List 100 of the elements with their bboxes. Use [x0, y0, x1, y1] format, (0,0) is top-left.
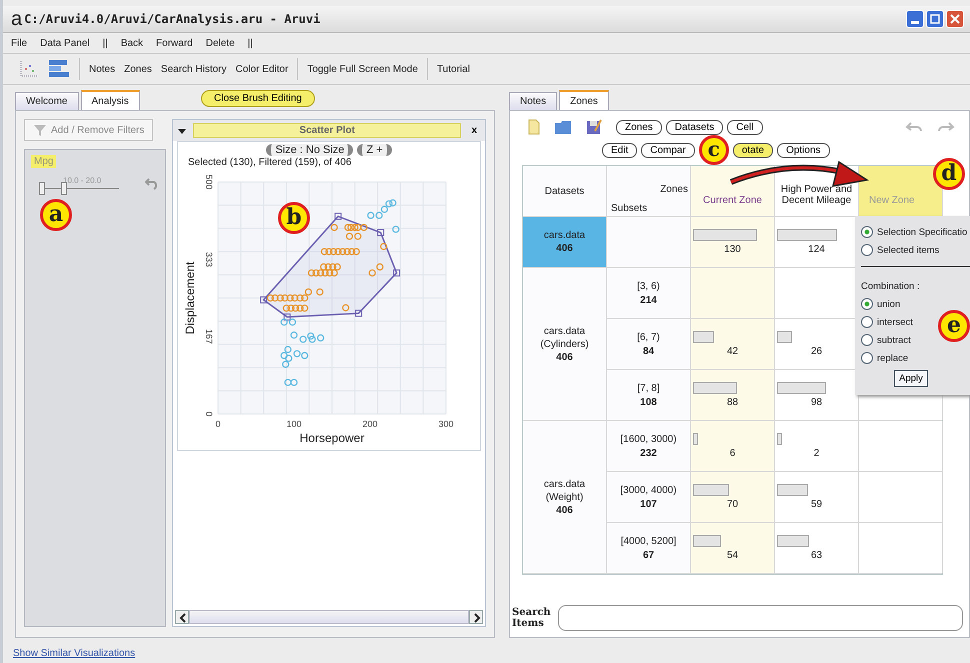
- subset-range: [3000, 4000): [620, 484, 677, 496]
- menu-item[interactable]: ||: [248, 38, 253, 48]
- x-tick-label: 100: [286, 419, 302, 429]
- scroll-left-icon[interactable]: [175, 610, 189, 624]
- dataset-name: cars.data: [544, 478, 586, 490]
- subset-range: [7, 8]: [637, 382, 660, 394]
- minimize-button[interactable]: [906, 10, 924, 28]
- menu-item[interactable]: Data Panel: [40, 38, 90, 48]
- dataset-cell[interactable]: cars.data 406: [523, 217, 607, 267]
- row-header: Subsets: [611, 203, 648, 214]
- selection-status: Selected (130), Filtered (159), of 406: [187, 157, 352, 168]
- toolbar-button[interactable]: Tutorial: [436, 64, 470, 74]
- radio-button[interactable]: [861, 334, 873, 346]
- data-point: [342, 304, 350, 312]
- zones-action-button[interactable]: Edit: [602, 142, 638, 158]
- slider-thumb[interactable]: [39, 182, 45, 195]
- tab[interactable]: Notes: [509, 92, 558, 110]
- menu-item[interactable]: Forward: [156, 38, 193, 48]
- zones-action-button[interactable]: Compar: [641, 142, 695, 158]
- count-value: 124: [808, 244, 825, 255]
- count-value: 98: [810, 397, 822, 408]
- dataset-cell[interactable]: cars.data (Cylinders) 406: [523, 268, 607, 420]
- zone-column-header[interactable]: High Power and Decent Mileage: [775, 184, 858, 206]
- y-tick-label: 167: [204, 329, 214, 344]
- toolbar-button[interactable]: Notes: [89, 64, 116, 74]
- subset-count: 84: [642, 346, 654, 356]
- zones-toolbar-button[interactable]: Cell: [727, 120, 762, 134]
- y-axis-label[interactable]: Displacement: [183, 262, 197, 334]
- filter-name: Mpg: [31, 155, 56, 168]
- subset-count: 107: [640, 498, 657, 510]
- maximize-button[interactable]: [926, 10, 944, 28]
- brush-handle[interactable]: [284, 314, 291, 321]
- close-button[interactable]: [946, 10, 964, 28]
- count-value: 26: [810, 346, 822, 357]
- zones-action-button[interactable]: Options: [777, 142, 830, 158]
- tab[interactable]: Welcome: [15, 92, 78, 110]
- brush-handle[interactable]: [393, 269, 400, 276]
- plot-title-bar: Scatter Plot: [193, 123, 462, 138]
- radio-button[interactable]: [861, 298, 873, 310]
- menu-item[interactable]: Delete: [206, 38, 235, 48]
- toolbar-button[interactable]: Color Editor: [236, 64, 288, 74]
- brush-handle[interactable]: [355, 310, 362, 317]
- minimize-icon: [911, 20, 919, 24]
- zones-toolbar-button[interactable]: Zones: [616, 120, 662, 134]
- count-value: 54: [726, 550, 738, 561]
- menu-item[interactable]: Back: [120, 38, 144, 48]
- size-selector[interactable]: Size : No Size: [266, 144, 354, 156]
- folder-icon[interactable]: [554, 119, 572, 135]
- slider-thumb[interactable]: [60, 182, 67, 195]
- scroll-right-icon[interactable]: [469, 610, 483, 624]
- search-label: Search Items: [512, 607, 552, 629]
- radio-button[interactable]: [861, 226, 873, 238]
- bar-chart-icon[interactable]: [48, 59, 70, 79]
- zoom-button[interactable]: Z +: [357, 144, 392, 156]
- x-tick-label: 300: [438, 419, 454, 429]
- zone-column-header[interactable]: Current Zone: [703, 195, 762, 206]
- subset-range: [6, 7): [637, 332, 660, 342]
- toolbar-button[interactable]: Zones: [124, 64, 152, 74]
- data-point: [330, 224, 338, 232]
- x-axis-label[interactable]: Horsepower: [300, 431, 364, 445]
- brush-handle[interactable]: [260, 296, 268, 304]
- menu-item[interactable]: File: [11, 38, 28, 48]
- y-tick-label: 333: [204, 252, 214, 267]
- dropdown-caret-icon[interactable]: [177, 126, 187, 134]
- zones-toolbar-button[interactable]: Datasets: [666, 120, 724, 134]
- radio-button[interactable]: [861, 316, 873, 328]
- radio-label: union: [877, 298, 900, 310]
- dataset-attribute: (Cylinders): [540, 338, 589, 350]
- maximize-icon: [930, 14, 940, 24]
- show-similar-visualizations-link[interactable]: Show Similar Visualizations: [3, 648, 970, 663]
- dataset-cell[interactable]: cars.data (Weight) 406: [523, 421, 607, 573]
- radio-label: subtract: [877, 334, 911, 346]
- y-tick-label: 500: [204, 174, 214, 190]
- horizontal-scrollbar[interactable]: [175, 610, 483, 624]
- subset-range: [4000, 5200]: [620, 536, 676, 546]
- window-title: C:/Aruvi4.0/Aruvi/CarAnalysis.aru - Aruvi: [24, 12, 320, 26]
- save-icon[interactable]: [586, 119, 602, 135]
- subset-range: [3, 6): [637, 280, 660, 292]
- scatter-plot-icon[interactable]: [19, 60, 39, 78]
- zones-action-button[interactable]: otate: [732, 142, 774, 158]
- subset-count: 232: [640, 448, 657, 458]
- search-field[interactable]: [558, 605, 963, 631]
- close-brush-editing-button[interactable]: Close Brush Editing: [201, 90, 315, 107]
- toolbar-button[interactable]: Search History: [160, 64, 226, 74]
- brush-handle[interactable]: [334, 212, 342, 220]
- radio-button[interactable]: [861, 352, 873, 364]
- data-point: [380, 242, 388, 250]
- x-tick-label: 200: [362, 419, 378, 429]
- column-header: Zones: [660, 184, 688, 195]
- apply-button[interactable]: Apply: [894, 370, 928, 387]
- tab[interactable]: Analysis: [80, 90, 140, 110]
- radio-label: replace: [877, 352, 908, 364]
- y-tick-label: 0: [204, 412, 214, 416]
- toolbar-button[interactable]: Toggle Full Screen Mode: [307, 64, 418, 74]
- menu-item[interactable]: ||: [102, 38, 108, 48]
- radio-label: Selection Specificatio: [877, 226, 968, 238]
- brush-handle[interactable]: [377, 229, 384, 236]
- radio-button[interactable]: [861, 244, 873, 256]
- close-button[interactable]: x: [467, 125, 481, 136]
- tab[interactable]: Zones: [559, 90, 609, 110]
